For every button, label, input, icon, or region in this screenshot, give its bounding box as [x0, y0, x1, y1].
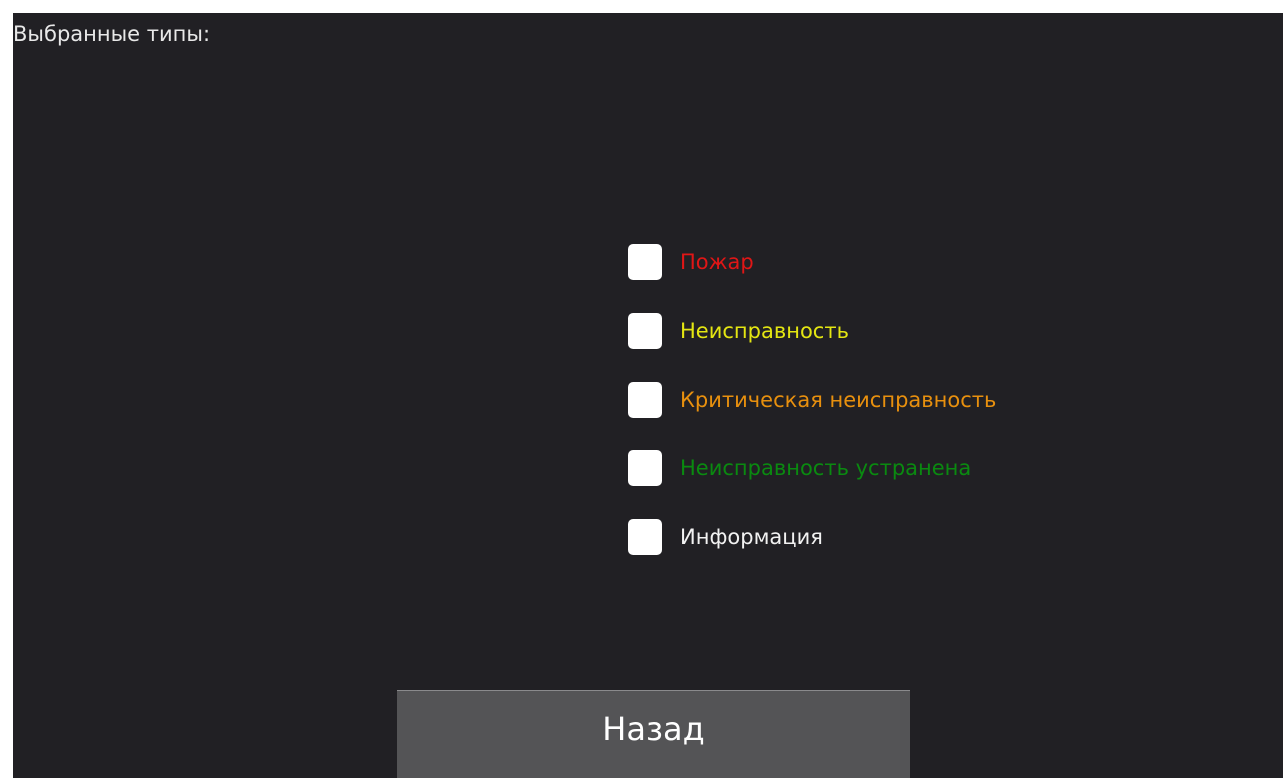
- type-item-malfunction[interactable]: Неисправность: [628, 312, 1268, 382]
- type-item-information[interactable]: Информация: [628, 519, 1268, 588]
- type-label-malfunction: Неисправность: [680, 318, 849, 343]
- checkbox[interactable]: [628, 381, 662, 418]
- type-item-malfunction-resolved[interactable]: Неисправность устранена: [628, 450, 1268, 519]
- checkbox[interactable]: [628, 450, 662, 487]
- event-type-list: Пожар Неисправность Критическая неисправ…: [628, 244, 1268, 588]
- type-label-malfunction-resolved: Неисправность устранена: [680, 456, 972, 481]
- page-title: Выбранные типы:: [13, 22, 211, 46]
- checkbox[interactable]: [628, 312, 662, 349]
- checkbox[interactable]: [628, 244, 662, 280]
- type-label-critical-malfunction: Критическая неисправность: [680, 387, 997, 412]
- type-label-information: Информация: [680, 525, 823, 550]
- event-type-filter-screen: Выбранные типы: Пожар Неисправность Крит…: [13, 13, 1283, 778]
- type-item-critical-malfunction[interactable]: Критическая неисправность: [628, 381, 1268, 451]
- type-label-fire: Пожар: [680, 250, 754, 274]
- type-item-fire[interactable]: Пожар: [628, 244, 1268, 313]
- checkbox[interactable]: [628, 519, 662, 556]
- back-button[interactable]: Назад: [397, 690, 910, 778]
